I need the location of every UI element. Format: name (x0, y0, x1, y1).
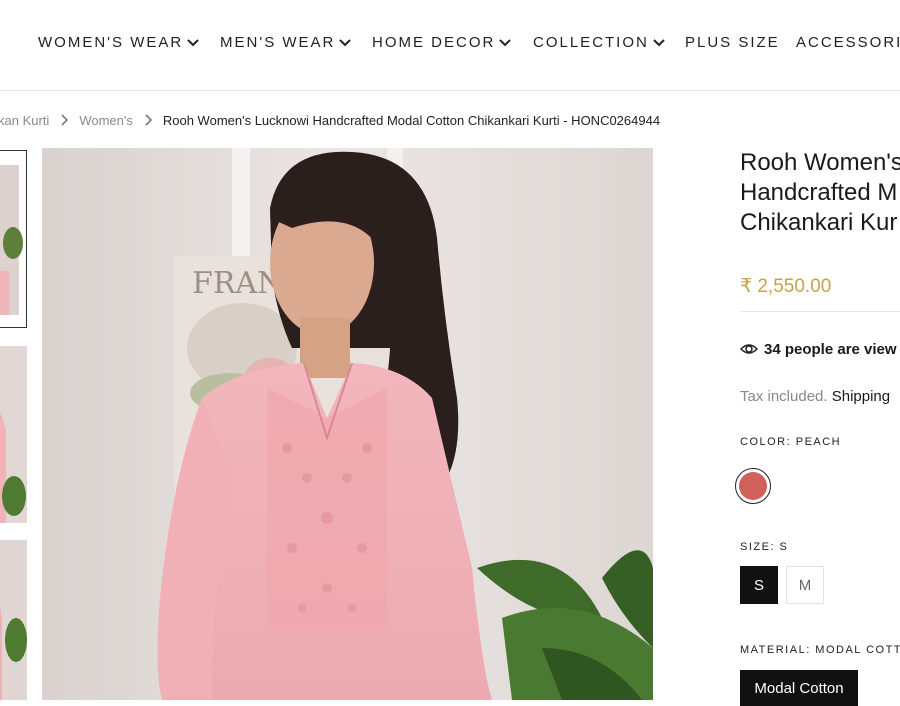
size-option-m[interactable]: M (786, 566, 824, 604)
chevron-right-icon (61, 114, 69, 126)
divider (740, 311, 900, 312)
chevron-down-icon (339, 39, 352, 47)
chevron-right-icon (145, 114, 152, 126)
viewers-count: 34 people are view (740, 340, 897, 358)
poster-text: FRAN (192, 266, 283, 301)
nav-item-womens-wear[interactable]: WOMEN'S WEAR (38, 31, 200, 53)
breadcrumb-link-womens[interactable]: Women's (79, 113, 133, 128)
product-title: Rooh Women's Handcrafted M Chikankari Ku… (740, 148, 900, 238)
nav-item-collection[interactable]: COLLECTION (533, 31, 666, 53)
shipping-link[interactable]: Shipping (832, 388, 890, 405)
breadcrumb-link-kurti[interactable]: kan Kurti (0, 113, 49, 128)
product-title-line: Chikankari Kur (740, 209, 898, 236)
nav-item-accessories[interactable]: ACCESSORIE (796, 31, 900, 53)
top-navigation: WOMEN'S WEAR MEN'S WEAR HOME DECOR COLLE… (0, 0, 900, 91)
thumbnail-image (0, 346, 27, 523)
product-title-line: Handcrafted M (740, 179, 898, 206)
thumbnail-2[interactable] (0, 346, 27, 523)
nav-item-mens-wear[interactable]: MEN'S WEAR (220, 31, 352, 53)
nav-item-plus-size[interactable]: PLUS SIZE (685, 31, 780, 53)
size-option-s[interactable]: S (740, 566, 778, 604)
thumbnail-3[interactable] (0, 540, 27, 700)
thumbnail-image (0, 151, 26, 327)
color-swatch-peach[interactable] (735, 468, 771, 504)
breadcrumb-current: Rooh Women's Lucknowi Handcrafted Modal … (162, 112, 661, 128)
tax-note: Tax included. Shipping (740, 388, 890, 405)
material-option-modal-cotton[interactable]: Modal Cotton (740, 670, 858, 706)
nav-item-label: ACCESSORIE (796, 33, 900, 51)
size-label: SIZE: S (740, 541, 789, 553)
product-title-line: Rooh Women's (740, 149, 900, 176)
main-product-image[interactable]: FRAN (42, 148, 653, 700)
nav-item-label: COLLECTION (533, 33, 649, 51)
color-label: COLOR: PEACH (740, 436, 842, 448)
eye-icon (740, 344, 758, 354)
color-swatch-fill (739, 472, 767, 500)
tax-text: Tax included. (740, 388, 828, 405)
chevron-down-icon (653, 39, 665, 47)
nav-item-label: HOME DECOR (372, 33, 496, 51)
nav-item-home-decor[interactable]: HOME DECOR (372, 31, 512, 53)
chevron-down-icon (187, 39, 199, 47)
nav-item-label: WOMEN'S WEAR (38, 33, 184, 51)
viewers-text: 34 people are view (764, 340, 897, 358)
thumbnail-1[interactable] (0, 150, 27, 328)
nav-item-label: MEN'S WEAR (220, 33, 336, 51)
material-label: MATERIAL: MODAL COTTO (740, 644, 900, 656)
chevron-down-icon (499, 39, 512, 47)
breadcrumb: kan Kurti Women's Rooh Women's Lucknowi … (0, 110, 900, 130)
product-price: ₹ 2,550.00 (740, 276, 832, 297)
nav-item-label: PLUS SIZE (685, 33, 780, 51)
thumbnail-image (0, 540, 27, 700)
